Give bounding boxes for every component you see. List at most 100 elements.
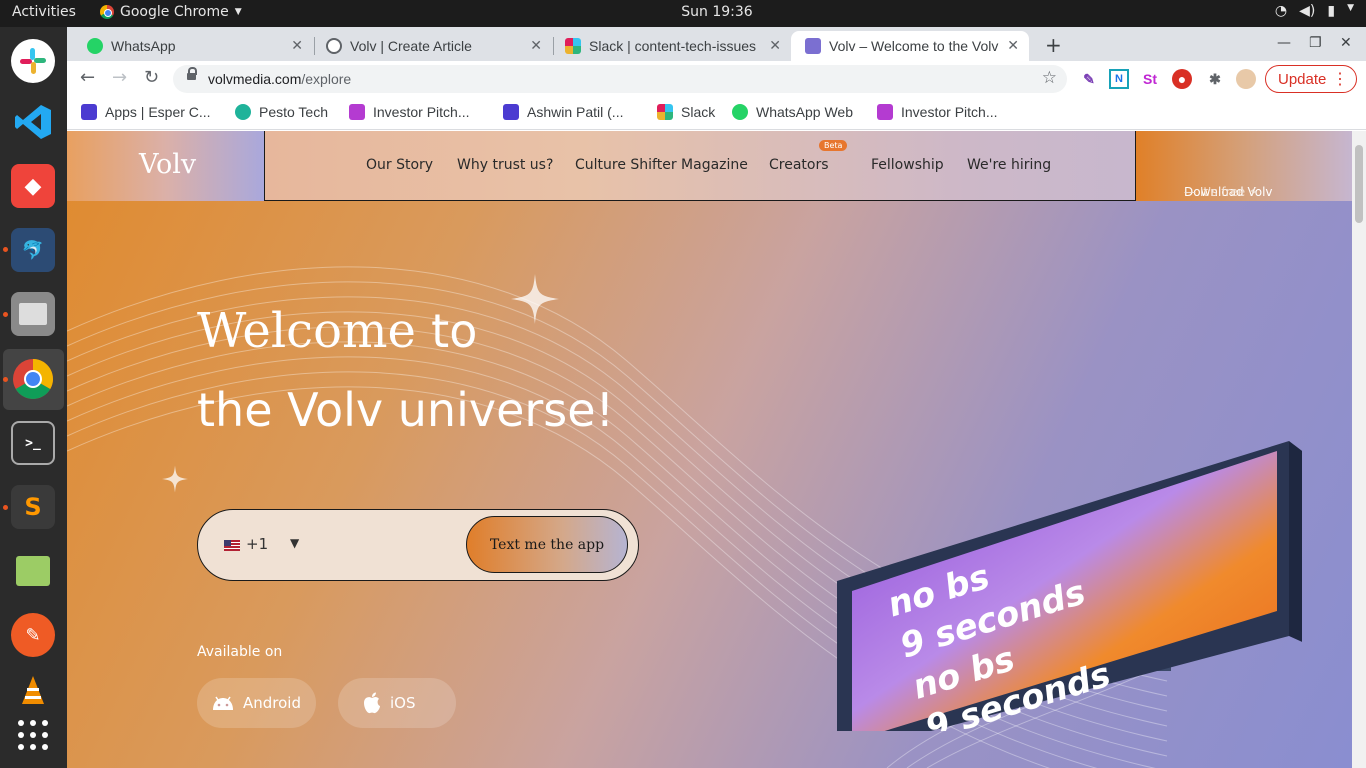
anydesk-icon: ◆ [24, 173, 42, 199]
vscode-icon [15, 105, 51, 139]
clock[interactable]: Sun 19:36 [0, 4, 1366, 20]
tab-title: Volv | Create Article [350, 38, 472, 54]
tab-strip: WhatsApp ✕ Volv | Create Article ✕ Slack… [67, 27, 1366, 61]
bookmark-item[interactable]: Investor Pitch... [877, 104, 997, 120]
running-indicator [3, 247, 8, 252]
scrollbar-thumb[interactable] [1355, 145, 1363, 223]
minimize-button[interactable]: — [1277, 35, 1291, 51]
pitch-icon [349, 104, 365, 120]
nav-why-trust-us[interactable]: Why trust us? [457, 157, 553, 173]
nav-were-hiring[interactable]: We're hiring [967, 157, 1051, 173]
tab-title: Slack | content-tech-issues [589, 38, 757, 54]
chevron-down-icon: ▼ [1347, 3, 1354, 13]
download-volv-button[interactable]: Download Volv — It's free ⚡ [1135, 131, 1352, 201]
apple-icon [364, 692, 380, 714]
lock-icon [187, 67, 197, 82]
reload-button[interactable]: ↻ [144, 67, 159, 88]
hero-heading-line-1: Welcome to [197, 303, 477, 359]
tab-slack[interactable]: Slack | content-tech-issues ✕ [545, 31, 791, 61]
terminal-icon: >_ [25, 435, 41, 451]
bookmark-item[interactable]: Apps | Esper C... [81, 104, 211, 120]
phone-number-input[interactable] [310, 530, 460, 560]
battery-icon: ▮ [1327, 3, 1336, 19]
maximize-button[interactable]: ❐ [1309, 35, 1322, 51]
browser-toolbar: ← → ↻ volvmedia.com/explore ☆ ✎ N St ● ✱… [67, 61, 1366, 97]
close-icon[interactable]: ✕ [530, 37, 542, 54]
close-icon[interactable]: ✕ [291, 37, 303, 54]
chrome-icon [13, 359, 53, 399]
chrome-window: WhatsApp ✕ Volv | Create Article ✕ Slack… [67, 27, 1366, 768]
extension-record-icon[interactable]: ● [1172, 69, 1192, 89]
slack-icon [565, 38, 581, 54]
available-on-label: Available on [197, 644, 283, 660]
back-button[interactable]: ← [80, 67, 95, 88]
slack-icon [657, 104, 673, 120]
chrome-dock-icon[interactable] [11, 357, 55, 401]
new-tab-button[interactable]: + [1045, 33, 1062, 57]
whatsapp-icon [732, 104, 748, 120]
ios-button[interactable]: iOS [338, 678, 456, 728]
hero-welcome: Welcome [197, 303, 416, 359]
billboard-side [1289, 441, 1302, 642]
extension-st-icon[interactable]: St [1140, 69, 1160, 89]
nav-creators[interactable]: Creators [769, 157, 829, 173]
text-me-the-app-button[interactable]: Text me the app [466, 516, 628, 573]
window-close-button[interactable]: ✕ [1340, 35, 1352, 51]
close-icon[interactable]: ✕ [769, 37, 781, 54]
android-button[interactable]: Android [197, 678, 316, 728]
hero-heading-line-2: the Volv universe! [197, 383, 615, 437]
vscode-dock-icon[interactable] [11, 100, 55, 144]
extensions-puzzle-icon[interactable]: ✱ [1205, 69, 1225, 89]
tab-volv-welcome[interactable]: Volv – Welcome to the Volv ✕ [791, 31, 1029, 61]
bookmark-star-icon[interactable]: ☆ [1042, 68, 1057, 88]
vlc-dock-icon[interactable] [11, 669, 55, 713]
update-button[interactable]: Update ⋮ [1265, 65, 1357, 93]
extension-notion-icon[interactable]: N [1109, 69, 1129, 89]
profile-avatar[interactable] [1236, 69, 1256, 89]
nav-fellowship[interactable]: Fellowship [871, 157, 944, 173]
web-page: Volv Our Story Why trust us? Culture Shi… [67, 131, 1352, 768]
android-label: Android [243, 694, 301, 712]
tab-whatsapp[interactable]: WhatsApp ✕ [67, 31, 313, 61]
bookmark-item[interactable]: WhatsApp Web [732, 104, 853, 120]
beta-badge: Beta [819, 140, 848, 151]
nav-culture-shifter-magazine[interactable]: Culture Shifter Magazine [575, 157, 748, 173]
extension-pen-icon[interactable]: ✎ [1079, 69, 1099, 89]
files-dock-icon[interactable] [11, 292, 55, 336]
pitch-icon [877, 104, 893, 120]
forward-button[interactable]: → [112, 67, 127, 88]
mysql-workbench-dock-icon[interactable]: 🐬 [11, 228, 55, 272]
image-viewer-dock-icon[interactable] [11, 549, 55, 593]
volume-icon: ◀) [1299, 3, 1316, 19]
system-tray[interactable]: ◔ ◀) ▮ ▼ [1275, 3, 1354, 19]
running-indicator [3, 505, 8, 510]
bookmark-label: Investor Pitch... [901, 104, 998, 120]
postman-dock-icon[interactable]: ✎ [11, 613, 55, 657]
volv-icon [805, 38, 821, 54]
slack-dock-icon[interactable] [11, 39, 55, 83]
close-icon[interactable]: ✕ [1007, 37, 1019, 54]
billboard-illustration: no bs 9 seconds no bs 9 seconds [837, 441, 1302, 731]
nav-our-story[interactable]: Our Story [366, 157, 433, 173]
sublime-dock-icon[interactable]: S [11, 485, 55, 529]
bookmark-item[interactable]: Ashwin Patil (... [503, 104, 623, 120]
country-code[interactable]: +1 [246, 535, 268, 553]
globe-icon [326, 38, 342, 54]
bookmark-label: Slack [681, 104, 716, 120]
bookmark-item[interactable]: Slack [657, 104, 715, 120]
hero-to: to [431, 304, 478, 358]
running-indicator [3, 312, 8, 317]
bookmark-label: Apps | Esper C... [105, 104, 211, 120]
page-scrollbar[interactable] [1352, 131, 1366, 768]
bookmark-item[interactable]: Investor Pitch... [349, 104, 469, 120]
anydesk-dock-icon[interactable]: ◆ [11, 164, 55, 208]
address-bar[interactable]: volvmedia.com/explore ☆ [173, 65, 1067, 93]
terminal-dock-icon[interactable]: >_ [11, 421, 55, 465]
caret-down-icon[interactable]: ▼ [290, 536, 299, 550]
sparkle-icon [511, 274, 559, 324]
bookmark-item[interactable]: Pesto Tech [235, 104, 328, 120]
volv-logo[interactable]: Volv [67, 131, 265, 201]
show-applications-button[interactable] [11, 713, 55, 757]
tab-volv-create-article[interactable]: Volv | Create Article ✕ [306, 31, 552, 61]
file-cabinet-icon [19, 303, 47, 325]
